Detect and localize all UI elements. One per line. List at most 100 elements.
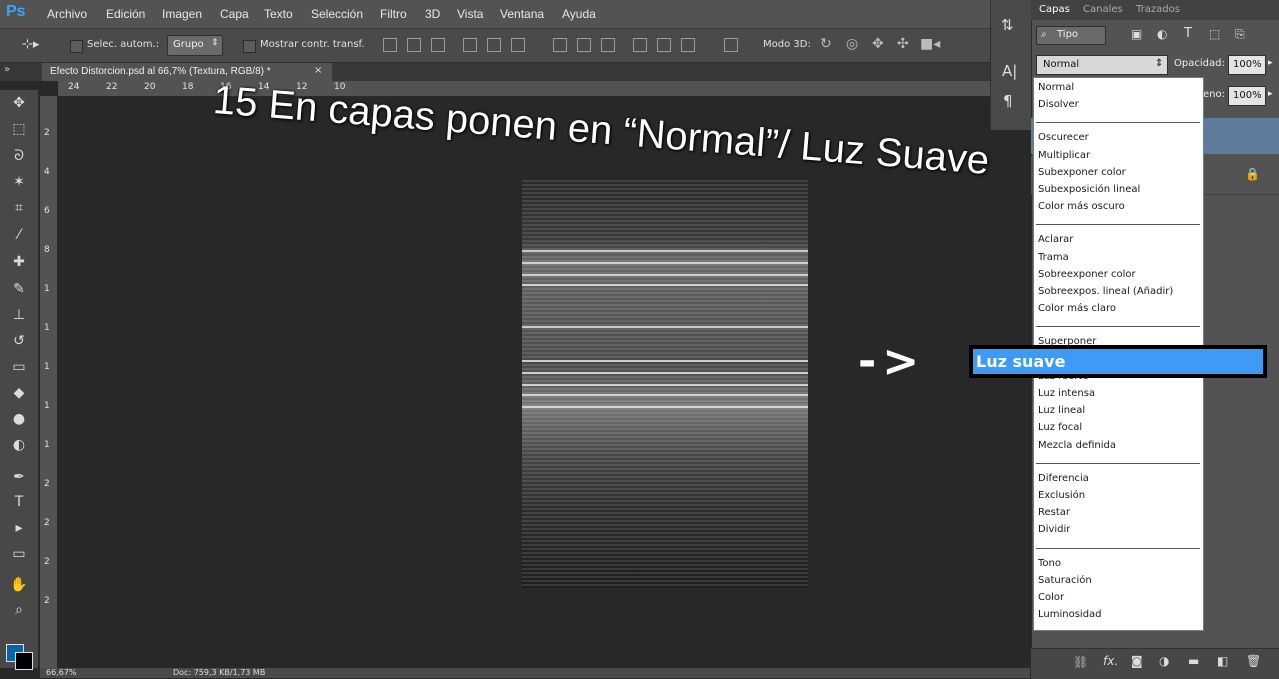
crop-tool-icon[interactable]: ⌗ — [10, 199, 28, 217]
character-panel-icon[interactable]: A| — [1002, 62, 1017, 80]
blend-mode-option[interactable]: Color más oscuro — [1038, 201, 1125, 212]
collapse-panels-icon[interactable]: » — [4, 64, 10, 75]
opacity-input[interactable]: 100% — [1228, 55, 1266, 75]
menu-item[interactable]: Vista — [457, 7, 483, 21]
menu-item[interactable]: Ventana — [500, 7, 544, 21]
align-top-icon[interactable] — [383, 38, 397, 52]
menu-item[interactable]: Ayuda — [562, 7, 596, 21]
blend-mode-option[interactable]: Normal — [1038, 82, 1074, 93]
blend-mode-option[interactable]: Mezcla definida — [1038, 440, 1116, 451]
blend-mode-option[interactable]: Oscurecer — [1038, 132, 1089, 143]
adjustment-layer-icon[interactable]: ◑ — [1159, 654, 1169, 668]
blend-mode-option[interactable]: Exclusión — [1038, 490, 1085, 501]
eyedropper-icon[interactable]: ⁄ — [10, 226, 28, 244]
distribute-right-icon[interactable] — [681, 38, 695, 52]
blend-mode-option[interactable]: Luminosidad — [1038, 609, 1102, 620]
paint-bucket-icon[interactable]: ◆ — [10, 384, 28, 402]
tab-paths[interactable]: Trazados — [1136, 4, 1180, 15]
add-mask-icon[interactable]: ◙ — [1131, 654, 1143, 668]
delete-layer-icon[interactable]: 🗑 — [1246, 654, 1261, 668]
align-bottom-icon[interactable] — [431, 38, 445, 52]
shape-filter-icon[interactable]: ⬚ — [1209, 27, 1220, 41]
blend-mode-option[interactable]: Subexposición lineal — [1038, 184, 1140, 195]
tab-layers[interactable]: Capas — [1039, 4, 1070, 15]
blend-mode-option[interactable]: Sobreexpos. lineal (Añadir) — [1038, 286, 1173, 297]
menu-item[interactable]: Archivo — [47, 7, 87, 21]
paragraph-panel-icon[interactable]: ¶ — [1003, 92, 1013, 110]
dodge-tool-icon[interactable]: ◐ — [10, 436, 28, 454]
blend-mode-option[interactable]: Diferencia — [1038, 473, 1089, 484]
menu-item[interactable]: Texto — [264, 7, 293, 21]
type-filter-icon[interactable]: T — [1184, 26, 1192, 41]
move-tool-icon[interactable]: ✥ — [10, 94, 28, 112]
adjustment-filter-icon[interactable]: ◐ — [1157, 27, 1167, 41]
magic-wand-icon[interactable]: ✶ — [10, 173, 28, 191]
menu-item[interactable]: Imagen — [162, 7, 202, 21]
blend-mode-option[interactable]: Multiplicar — [1038, 150, 1090, 161]
distribute-left-icon[interactable] — [633, 38, 647, 52]
blend-mode-option[interactable]: Sobreexponer color — [1038, 269, 1136, 280]
path-selection-icon[interactable]: ▸ — [10, 519, 28, 537]
link-layers-icon[interactable]: ⛓ — [1073, 655, 1088, 669]
align-hcenter-icon[interactable] — [487, 38, 501, 52]
pen-tool-icon[interactable]: ✒ — [10, 468, 28, 486]
scale-3d-icon[interactable]: ■◂ — [920, 36, 940, 52]
distribute-top-icon[interactable] — [553, 38, 567, 52]
zoom-tool-icon[interactable]: ⌕ — [10, 601, 28, 619]
align-right-icon[interactable] — [511, 38, 525, 52]
menu-item[interactable]: Capa — [220, 7, 249, 21]
healing-brush-icon[interactable]: ✚ — [10, 253, 28, 271]
show-transform-checkbox[interactable] — [243, 40, 256, 53]
document-canvas-image[interactable] — [522, 180, 808, 588]
blend-mode-option[interactable]: Color — [1038, 592, 1064, 603]
history-brush-icon[interactable]: ↺ — [10, 332, 28, 350]
auto-select-checkbox[interactable] — [70, 40, 83, 53]
new-group-icon[interactable]: ▬ — [1188, 654, 1199, 668]
blend-mode-select[interactable]: Normal ⇕ — [1036, 55, 1168, 75]
image-filter-icon[interactable]: ▣ — [1131, 27, 1142, 41]
menu-item[interactable]: 3D — [425, 7, 440, 21]
blend-mode-option[interactable]: Dividir — [1038, 524, 1070, 535]
blend-mode-option[interactable]: Luz intensa — [1038, 388, 1095, 399]
distribute-vcenter-icon[interactable] — [577, 38, 591, 52]
zoom-level[interactable]: 66,67% — [46, 668, 77, 677]
new-layer-icon[interactable]: ◧ — [1217, 654, 1228, 668]
smart-object-filter-icon[interactable]: ⎘ — [1235, 27, 1245, 42]
menu-item[interactable]: Edición — [106, 7, 145, 21]
blend-mode-option[interactable]: Aclarar — [1038, 234, 1073, 245]
blend-mode-option[interactable]: Tono — [1038, 558, 1061, 569]
history-panel-icon[interactable]: ⇅ — [1001, 16, 1014, 34]
chevron-right-icon[interactable]: ▸ — [1268, 58, 1273, 68]
background-color-swatch[interactable] — [15, 652, 33, 670]
hand-tool-icon[interactable]: ✋ — [10, 576, 28, 594]
close-tab-icon[interactable]: × — [314, 65, 322, 76]
layer-style-icon[interactable]: fx. — [1103, 654, 1118, 668]
eraser-tool-icon[interactable]: ▭ — [10, 358, 28, 376]
blend-mode-option[interactable]: Luz focal — [1038, 422, 1082, 433]
auto-align-icon[interactable] — [724, 38, 738, 52]
fill-input[interactable]: 100% — [1228, 86, 1266, 106]
chevron-right-icon[interactable]: ▸ — [1268, 89, 1273, 99]
blend-mode-option[interactable]: Color más claro — [1038, 303, 1116, 314]
menu-item[interactable]: Filtro — [380, 7, 407, 21]
rotate-3d-icon[interactable]: ↻ — [820, 36, 832, 52]
type-tool-icon[interactable]: T — [10, 493, 28, 511]
blend-mode-option[interactable]: Restar — [1038, 507, 1070, 518]
blur-tool-icon[interactable]: ● — [10, 410, 28, 428]
blend-mode-option[interactable]: Trama — [1038, 252, 1069, 263]
auto-select-group-select[interactable]: Grupo ⇕ — [167, 35, 223, 56]
slide-3d-icon[interactable]: ✣ — [897, 36, 909, 52]
blend-mode-option[interactable]: Disolver — [1038, 99, 1079, 110]
rectangle-tool-icon[interactable]: ▭ — [10, 545, 28, 563]
menu-item[interactable]: Selección — [311, 7, 363, 21]
brush-tool-icon[interactable]: ✎ — [10, 280, 28, 298]
lasso-tool-icon[interactable]: ᘐ — [10, 147, 28, 165]
align-vcenter-icon[interactable] — [407, 38, 421, 52]
blend-mode-option[interactable]: Luz lineal — [1038, 405, 1085, 416]
marquee-tool-icon[interactable]: ⬚ — [10, 120, 28, 138]
blend-mode-option[interactable]: Saturación — [1038, 575, 1092, 586]
clone-stamp-icon[interactable]: ⊥ — [10, 306, 28, 324]
align-left-icon[interactable] — [463, 38, 477, 52]
distribute-bottom-icon[interactable] — [601, 38, 615, 52]
roll-3d-icon[interactable]: ◎ — [846, 36, 858, 52]
